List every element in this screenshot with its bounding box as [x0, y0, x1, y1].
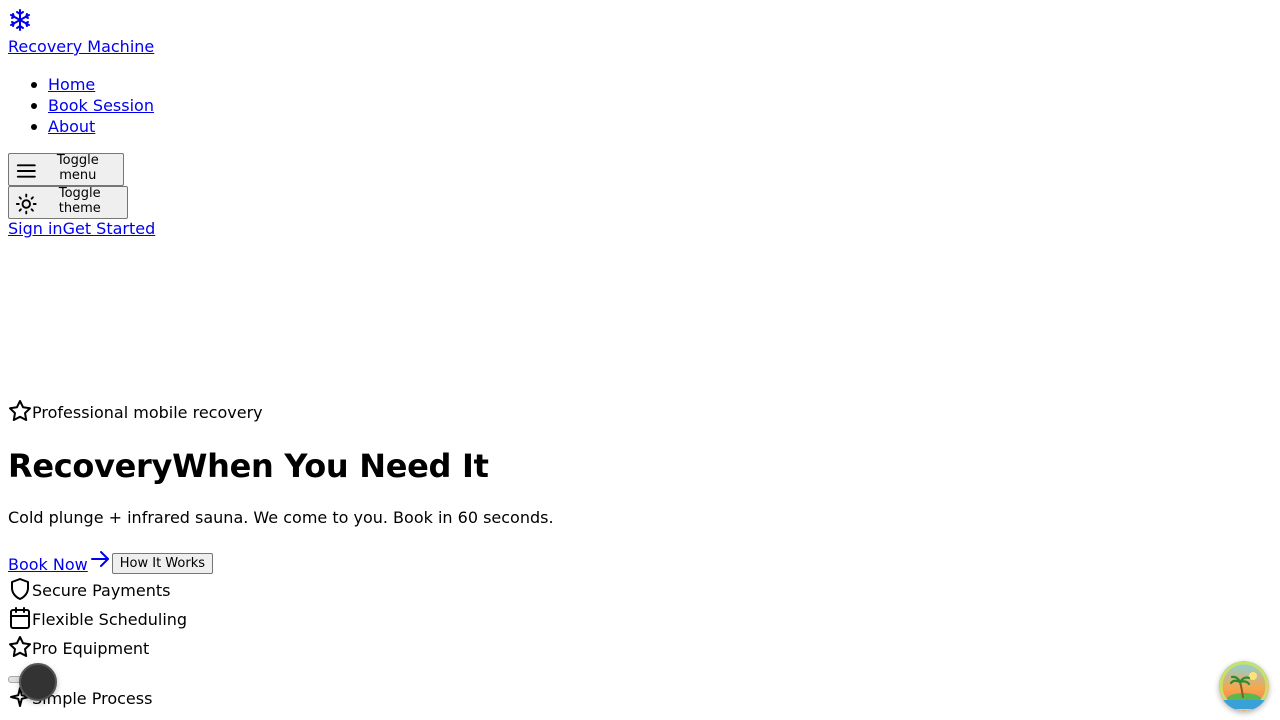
hero-badge: Professional mobile recovery	[8, 395, 263, 423]
star-icon	[9, 636, 31, 657]
feature-secure-payments: Secure Payments	[8, 575, 170, 601]
avatar[interactable]	[1219, 661, 1269, 711]
feature-flexible-scheduling: Flexible Scheduling	[8, 604, 187, 630]
nav-link-book-session[interactable]: Book Session	[48, 96, 154, 115]
nav-item-book-session: Book Session	[0, 95, 154, 116]
toggle-theme-button[interactable]: Toggle theme	[8, 186, 128, 219]
book-now-label: Book Now	[8, 555, 88, 574]
hero-title-part1: Recovery	[8, 447, 173, 485]
auth-links: Sign inGet Started	[8, 220, 155, 238]
floating-action-button[interactable]	[19, 663, 57, 701]
sun-icon	[15, 193, 37, 215]
how-it-works-button[interactable]: How It Works	[111, 553, 213, 574]
nav-link-about[interactable]: About	[48, 117, 95, 136]
toggle-theme-label: Toggle theme	[58, 186, 101, 216]
toggle-menu-button[interactable]: Toggle menu	[8, 153, 124, 186]
hero-cta-row: Book Now How It Works	[8, 545, 213, 575]
nav-link-home[interactable]: Home	[48, 75, 95, 94]
menu-icon	[16, 164, 36, 178]
arrow-right-icon	[90, 551, 109, 567]
main-nav: Home Book Session About	[0, 74, 154, 137]
hero-title: RecoveryWhen You Need It	[8, 444, 489, 488]
feature-pro-equipment: Pro Equipment	[8, 633, 149, 659]
toggle-menu-label: Toggle menu	[56, 153, 99, 183]
feature-label: Flexible Scheduling	[32, 610, 188, 629]
hero-title-part2: When You Need It	[172, 447, 489, 485]
get-started-link[interactable]: Get Started	[63, 219, 156, 238]
star-icon	[9, 400, 31, 421]
nav-item-about: About	[0, 116, 154, 137]
brand-link[interactable]: Recovery Machine	[8, 38, 154, 56]
calendar-icon	[10, 607, 30, 629]
snowflake-icon[interactable]	[8, 8, 32, 32]
island-avatar-icon	[1219, 661, 1269, 711]
hero-badge-label: Professional mobile recovery	[32, 403, 263, 422]
feature-label: Pro Equipment	[32, 639, 150, 658]
shield-icon	[11, 578, 29, 600]
feature-label: Secure Payments	[32, 581, 171, 600]
nav-item-home: Home	[0, 74, 154, 95]
hero-subtitle: Cold plunge + infrared sauna. We come to…	[8, 508, 554, 527]
book-now-link[interactable]: Book Now	[8, 547, 112, 575]
sign-in-link[interactable]: Sign in	[8, 219, 63, 238]
